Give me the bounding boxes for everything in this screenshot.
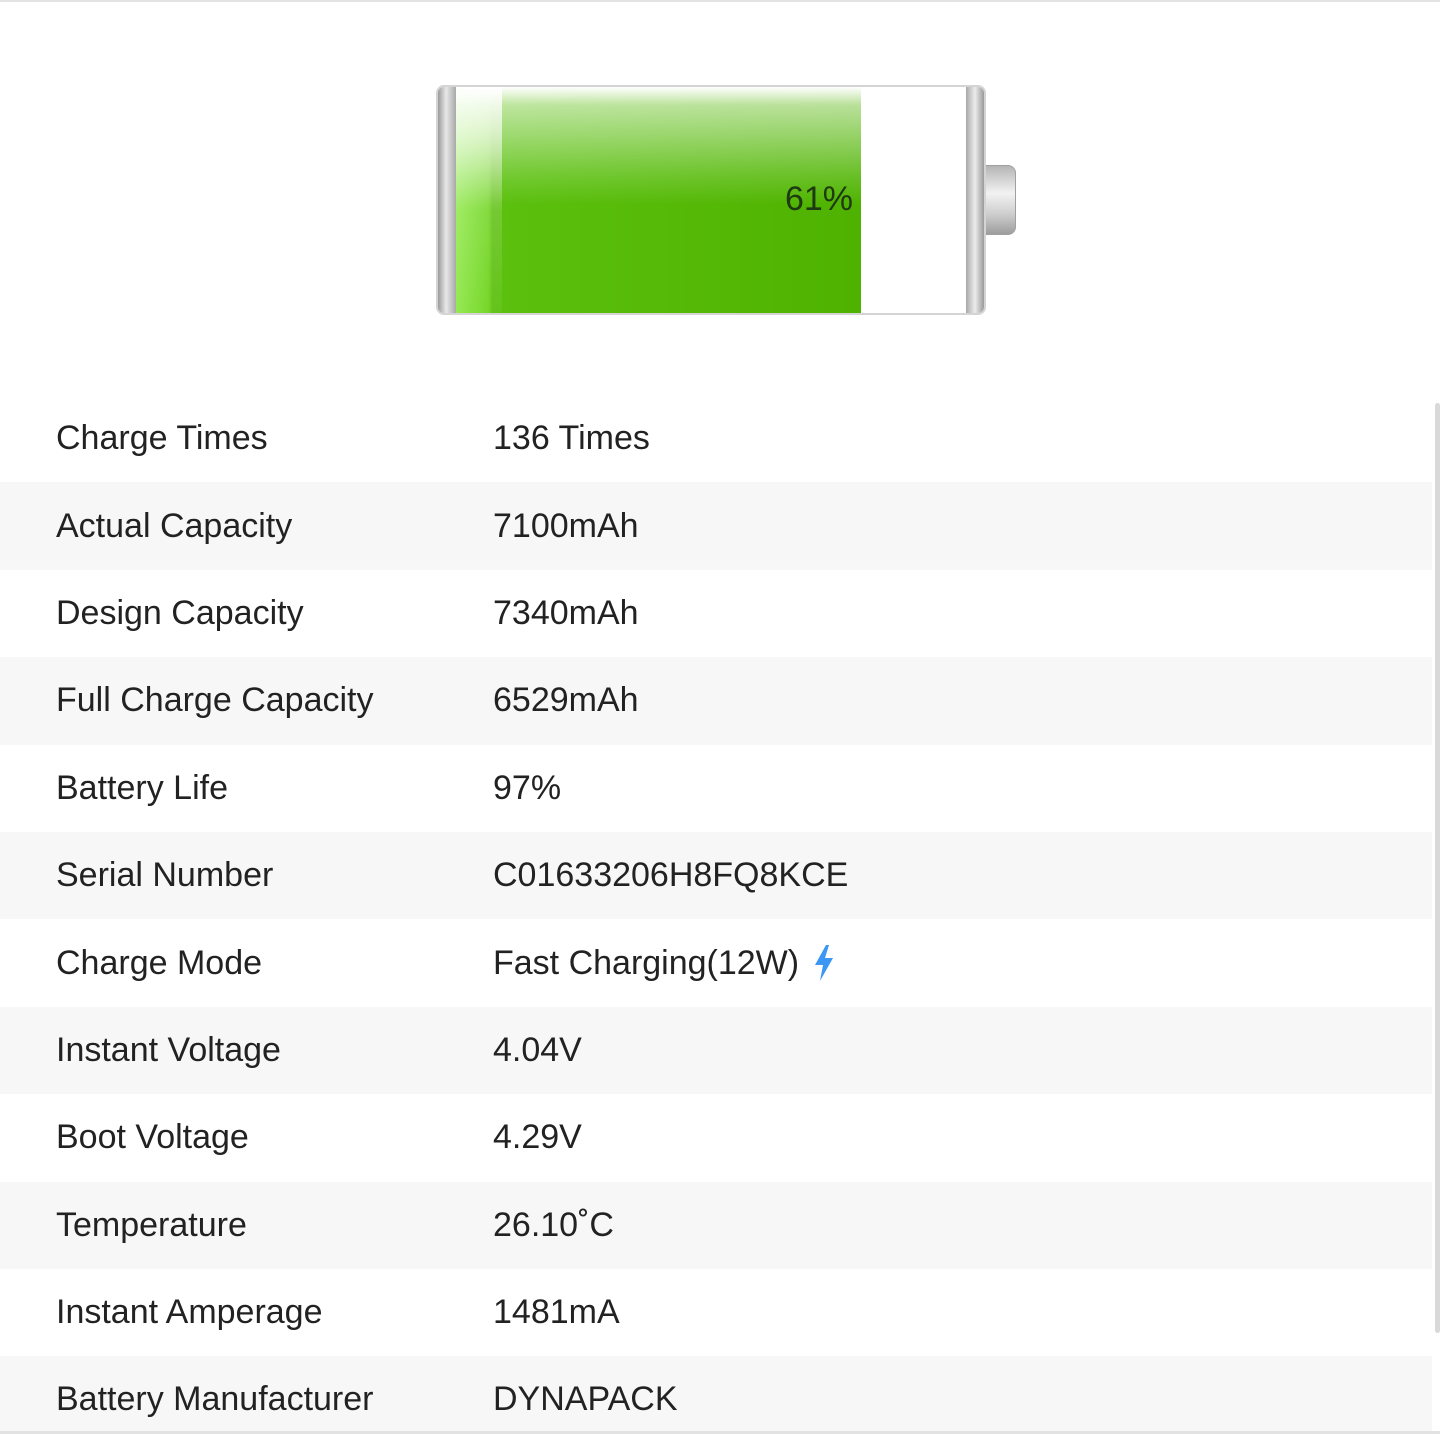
row-value-text: 1481mA: [493, 1293, 620, 1332]
table-row: Battery Life 97%: [0, 745, 1432, 832]
row-value: 7340mAh: [493, 594, 639, 633]
battery-graphic: 61%: [436, 85, 1016, 315]
row-value-text: 97%: [493, 768, 562, 807]
battery-left-terminal: [438, 87, 456, 313]
table-row: Charge Mode Fast Charging(12W): [0, 919, 1432, 1006]
row-value-text: 136 Times: [493, 419, 650, 458]
row-value-text: 4.29V: [493, 1118, 582, 1157]
row-value-text: DYNAPACK: [493, 1380, 678, 1419]
row-value-text: 7100mAh: [493, 506, 639, 545]
row-label: Full Charge Capacity: [56, 681, 374, 720]
row-label: Temperature: [56, 1205, 247, 1244]
row-value: C01633206H8FQ8KCE: [493, 856, 848, 895]
row-label: Charge Times: [56, 419, 268, 458]
row-label: Serial Number: [56, 856, 274, 895]
table-row: Battery Manufacturer DYNAPACK: [0, 1356, 1432, 1434]
row-label: Charge Mode: [56, 943, 263, 982]
table-row: Charge Times 136 Times: [0, 395, 1432, 482]
row-value: 4.04V: [493, 1031, 582, 1070]
battery-info-panel: 61% Charge Times 136 Times Actual Capacity…: [0, 0, 1440, 1434]
row-label: Instant Voltage: [56, 1030, 281, 1069]
row-value-text: Fast Charging(12W): [493, 943, 800, 982]
row-value: 7100mAh: [493, 507, 639, 546]
battery-charge-fill: 61%: [456, 87, 861, 313]
row-value: 4.29V: [493, 1118, 582, 1157]
battery-nub: [986, 165, 1016, 235]
table-row: Actual Capacity 7100mAh: [0, 482, 1432, 570]
table-row: Boot Voltage 4.29V: [0, 1094, 1432, 1181]
battery-percent-label: 61%: [784, 180, 853, 218]
scrollbar-thumb[interactable]: [1435, 403, 1440, 1333]
battery-info-table: Charge Times 136 Times Actual Capacity 7100…: [0, 395, 1432, 1434]
battery-right-terminal: [966, 87, 984, 313]
row-value-text: 7340mAh: [493, 593, 639, 632]
table-row: Instant Amperage 1481mA: [0, 1269, 1432, 1356]
table-row: Full Charge Capacity 6529mAh: [0, 657, 1432, 745]
row-value: DYNAPACK: [493, 1380, 678, 1419]
row-label: Battery Life: [56, 768, 228, 807]
row-value: 1481mA: [493, 1293, 620, 1332]
row-value-text: 6529mAh: [493, 681, 639, 720]
scrollbar[interactable]: [1432, 395, 1440, 1335]
row-label: Design Capacity: [56, 593, 304, 632]
table-row: Temperature 26.10˚C: [0, 1181, 1432, 1269]
row-value-text: 4.04V: [493, 1030, 582, 1069]
row-label: Instant Amperage: [56, 1293, 323, 1332]
lightning-bolt-icon: [815, 945, 834, 982]
row-value: Fast Charging(12W): [493, 943, 837, 983]
row-value: 97%: [493, 769, 561, 808]
table-row: Instant Voltage 4.04V: [0, 1006, 1432, 1095]
row-value-text: 26.10˚C: [493, 1205, 614, 1244]
row-label: Boot Voltage: [56, 1118, 249, 1157]
row-value-text: C01633206H8FQ8KCE: [493, 856, 849, 895]
table-row: Serial Number C01633206H8FQ8KCE: [0, 831, 1432, 920]
row-label: Actual Capacity: [56, 506, 293, 545]
row-label: Battery Manufacturer: [56, 1380, 374, 1419]
row-value: 26.10˚C: [493, 1206, 614, 1245]
battery-body: 61%: [436, 85, 986, 315]
table-row: Design Capacity 7340mAh: [0, 570, 1432, 657]
row-value: 6529mAh: [493, 681, 639, 720]
row-value: 136 Times: [493, 419, 650, 458]
